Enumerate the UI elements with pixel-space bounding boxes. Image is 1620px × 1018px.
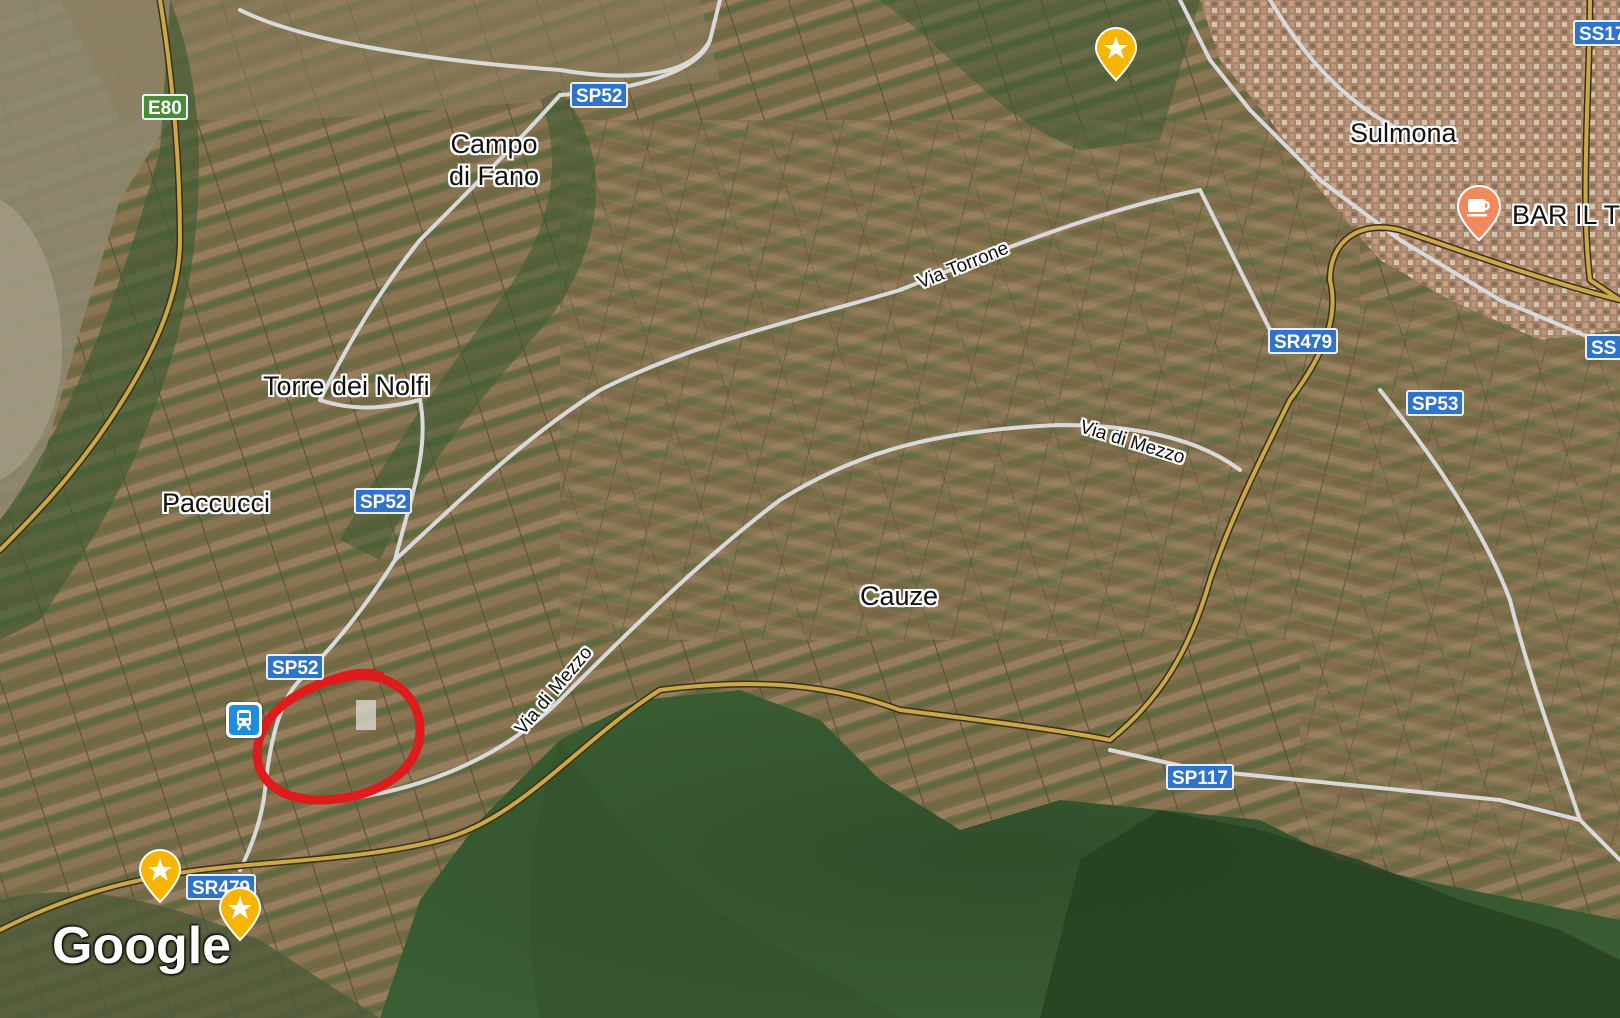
shield-ss17-top: SS17	[1573, 20, 1620, 46]
train-glyph-icon	[237, 710, 251, 731]
shield-ss-right: SS	[1585, 334, 1620, 360]
cafe-pin-icon[interactable]	[1456, 184, 1502, 242]
place-label-campo-di-fano: Campo di Fano	[444, 128, 544, 192]
train-station-icon[interactable]	[226, 702, 262, 738]
place-label-sulmona: Sulmona	[1350, 118, 1457, 148]
place-label-campo-line2: di Fano	[448, 161, 540, 191]
place-label-torre-dei-nolfi: Torre dei Nolfi	[263, 371, 430, 401]
place-label-campo-line1: Campo	[450, 129, 538, 159]
shield-sp52-low: SP52	[266, 654, 325, 680]
google-logo: Google	[52, 917, 232, 975]
train-station-icon-inner	[229, 705, 259, 735]
star-pin-icon[interactable]	[138, 848, 182, 904]
star-pin-icon[interactable]	[1094, 26, 1138, 82]
shield-e80: E80	[142, 94, 188, 120]
shield-sr479-east: SR479	[1268, 328, 1339, 354]
place-label-bar: BAR IL T	[1512, 200, 1620, 230]
shield-sp52-top: SP52	[570, 82, 629, 108]
place-label-cauze: Cauze	[860, 581, 939, 611]
shield-sp53: SP53	[1406, 390, 1465, 416]
shield-sp117: SP117	[1166, 764, 1234, 790]
place-label-paccucci: Paccucci	[162, 488, 271, 518]
shield-sp52-mid: SP52	[354, 488, 413, 514]
